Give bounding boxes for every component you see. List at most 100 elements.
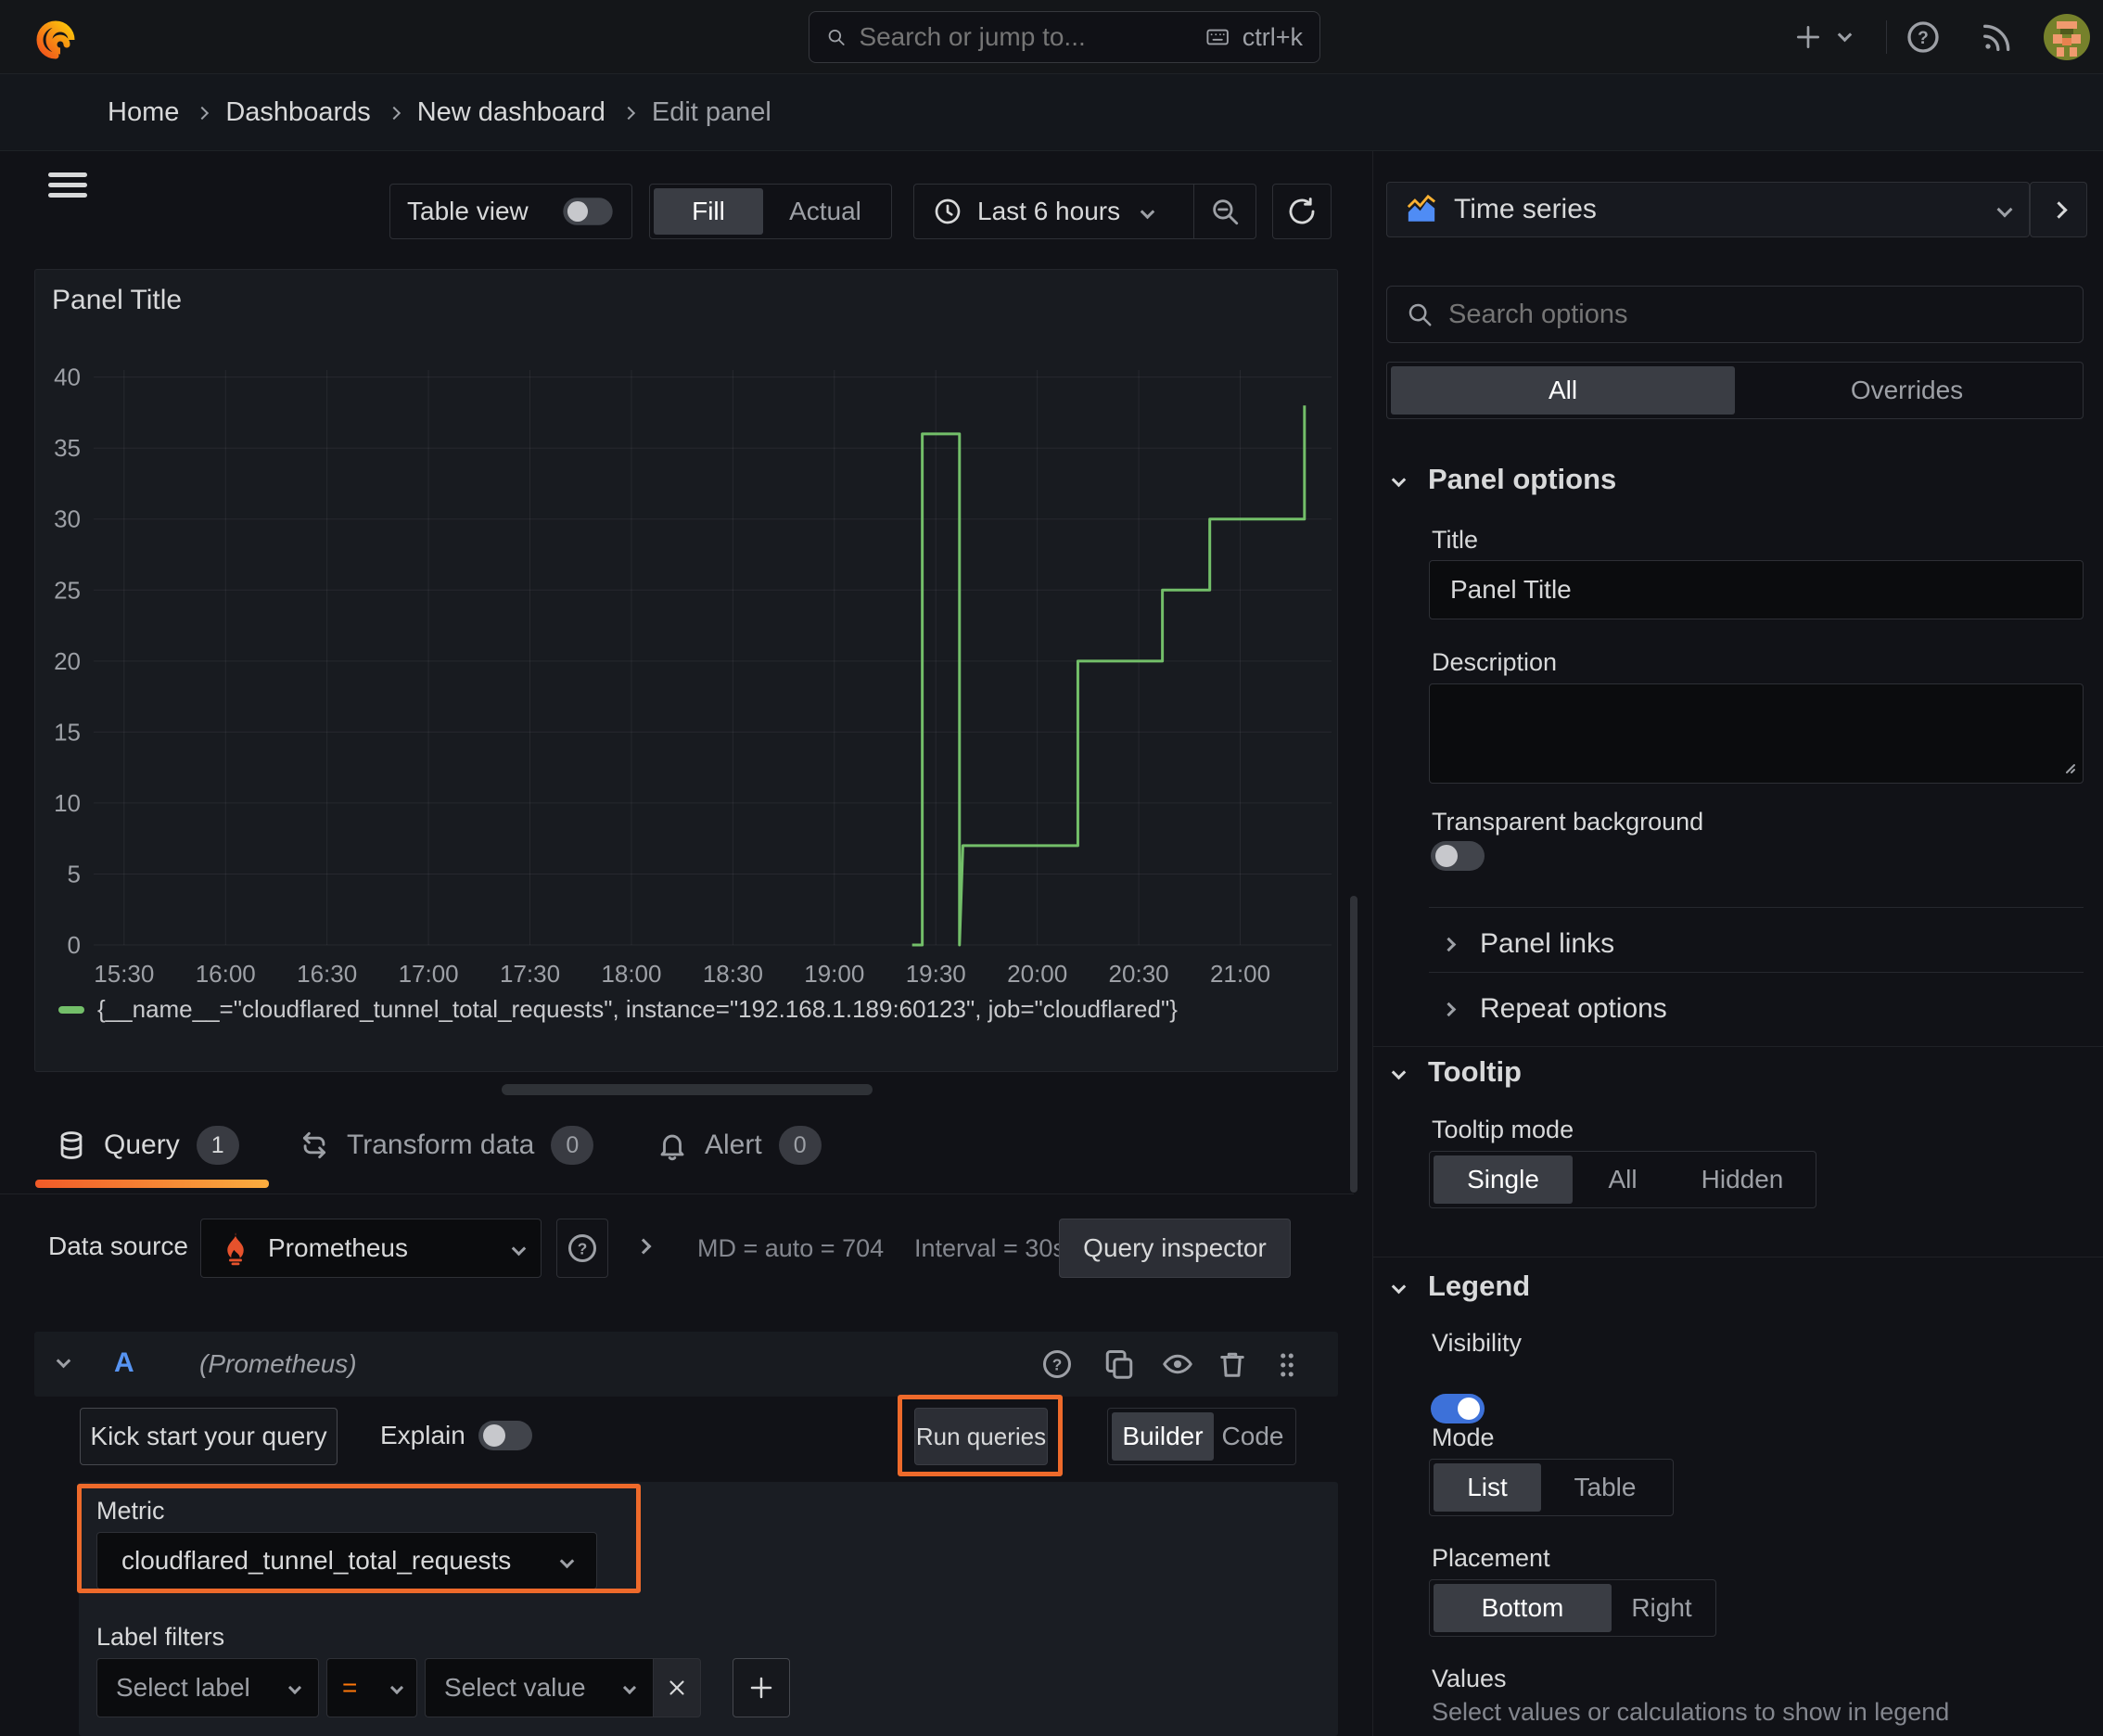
tooltip-mode-all[interactable]: All xyxy=(1573,1155,1673,1204)
tab-query[interactable]: Query 1 xyxy=(56,1126,239,1165)
label-filters-label: Label filters xyxy=(96,1623,225,1651)
select-label-dropdown[interactable]: Select label xyxy=(96,1658,319,1717)
chart-legend-label: {__name__="cloudflared_tunnel_total_requ… xyxy=(97,995,1178,1023)
datasource-help-button[interactable]: ? xyxy=(556,1219,608,1278)
breadcrumb-dashboards[interactable]: Dashboards xyxy=(225,97,370,128)
panel-title-input[interactable] xyxy=(1429,560,2084,619)
options-search-box[interactable] xyxy=(1386,286,2084,343)
duplicate-query-icon[interactable] xyxy=(1102,1347,1136,1381)
legend-mode-table[interactable]: Table xyxy=(1541,1463,1669,1512)
tab-alert[interactable]: Alert 0 xyxy=(656,1126,822,1165)
svg-text:40: 40 xyxy=(54,364,81,391)
svg-text:?: ? xyxy=(1918,29,1929,48)
panel-resize-handle[interactable] xyxy=(502,1084,873,1095)
breadcrumb-separator-icon xyxy=(387,106,401,120)
tab-transform-data[interactable]: Transform data 0 xyxy=(299,1126,594,1165)
tooltip-mode-single[interactable]: Single xyxy=(1434,1155,1573,1204)
tab-alert-badge: 0 xyxy=(778,1126,822,1165)
time-range-picker[interactable]: Last 6 hours xyxy=(914,185,1193,238)
close-icon xyxy=(669,1680,684,1695)
run-queries-button[interactable]: Run queries xyxy=(914,1408,1048,1465)
svg-text:15:30: 15:30 xyxy=(94,960,154,988)
tab-all[interactable]: All xyxy=(1391,366,1735,415)
tab-overrides[interactable]: Overrides xyxy=(1735,366,2079,415)
svg-text:19:30: 19:30 xyxy=(906,960,966,988)
table-view-toggle[interactable] xyxy=(563,198,613,225)
label-filter-row: Select label = Select value xyxy=(96,1658,790,1717)
delete-query-trash-icon[interactable] xyxy=(1216,1347,1249,1381)
actual-option[interactable]: Actual xyxy=(763,188,887,235)
viz-picker-chevron-icon xyxy=(1996,201,2013,218)
datasource-name: Prometheus xyxy=(268,1233,408,1262)
legend-visibility-toggle[interactable] xyxy=(1431,1394,1485,1423)
textarea-resize-icon[interactable] xyxy=(2056,754,2078,776)
remove-filter-button[interactable] xyxy=(653,1658,701,1717)
legend-chevron-icon xyxy=(1391,1279,1407,1294)
panel-description-textarea[interactable] xyxy=(1429,683,2084,784)
drag-handle-grip-icon[interactable] xyxy=(1271,1349,1303,1381)
repeat-options-section[interactable]: Repeat options xyxy=(1441,982,1667,1036)
select-label-placeholder: Select label xyxy=(116,1673,250,1702)
query-help-icon[interactable]: ? xyxy=(1040,1347,1074,1381)
tab-query-label: Query xyxy=(104,1130,180,1160)
options-search-input[interactable] xyxy=(1448,299,2064,330)
hide-query-eye-icon[interactable] xyxy=(1160,1347,1195,1381)
operator-dropdown[interactable]: = xyxy=(326,1658,417,1717)
global-search-input[interactable] xyxy=(859,22,1194,52)
svg-text:16:00: 16:00 xyxy=(196,960,256,988)
user-avatar[interactable] xyxy=(2044,14,2090,60)
sub-divider xyxy=(1429,972,2084,973)
refresh-button[interactable] xyxy=(1272,184,1332,239)
query-collapse-icon[interactable] xyxy=(56,1353,71,1369)
query-row-header[interactable]: A (Prometheus) ? xyxy=(34,1332,1338,1397)
legend-placement-right[interactable]: Right xyxy=(1612,1584,1712,1632)
zoom-out-button[interactable] xyxy=(1194,185,1255,238)
transparent-bg-toggle[interactable] xyxy=(1431,841,1485,871)
collapse-options-button[interactable] xyxy=(2030,182,2087,237)
add-new-chevron-icon[interactable] xyxy=(1837,27,1853,43)
menu-toggle-icon[interactable] xyxy=(48,172,87,198)
breadcrumb-home[interactable]: Home xyxy=(108,97,179,128)
svg-text:18:30: 18:30 xyxy=(703,960,763,988)
fill-option[interactable]: Fill xyxy=(654,188,763,235)
select-value-dropdown[interactable]: Select value xyxy=(425,1658,653,1717)
legend-mode-list[interactable]: List xyxy=(1434,1463,1541,1512)
legend-values-help: Select values or calculations to show in… xyxy=(1432,1698,1950,1726)
add-new-icon[interactable] xyxy=(1793,22,1823,52)
panel-links-section[interactable]: Panel links xyxy=(1441,917,1614,971)
svg-text:35: 35 xyxy=(54,434,81,462)
breadcrumb-new-dashboard[interactable]: New dashboard xyxy=(417,97,605,128)
svg-text:21:00: 21:00 xyxy=(1210,960,1270,988)
svg-text:16:30: 16:30 xyxy=(297,960,357,988)
explain-toggle[interactable] xyxy=(478,1421,532,1450)
breadcrumb-separator-icon xyxy=(621,106,635,120)
query-inspector-button[interactable]: Query inspector xyxy=(1059,1219,1291,1278)
grafana-logo-icon[interactable] xyxy=(33,13,80,61)
builder-option[interactable]: Builder xyxy=(1112,1412,1214,1461)
datasource-picker[interactable]: Prometheus xyxy=(200,1219,542,1278)
svg-text:?: ? xyxy=(578,1239,588,1257)
tooltip-title: Tooltip xyxy=(1428,1055,1522,1088)
datasource-chevron-icon xyxy=(511,1241,527,1256)
operator-chevron-icon xyxy=(389,1680,404,1695)
add-filter-button[interactable] xyxy=(733,1658,790,1717)
query-ref-id[interactable]: A xyxy=(114,1347,134,1379)
svg-text:17:00: 17:00 xyxy=(399,960,459,988)
legend-header[interactable]: Legend xyxy=(1391,1270,1530,1303)
time-range-control: Last 6 hours xyxy=(913,184,1256,239)
tooltip-header[interactable]: Tooltip xyxy=(1391,1055,1522,1089)
svg-text:0: 0 xyxy=(68,931,81,959)
news-rss-icon[interactable] xyxy=(1979,19,2016,56)
global-search-box[interactable]: ctrl+k xyxy=(809,11,1320,63)
code-option[interactable]: Code xyxy=(1214,1412,1292,1461)
sub-divider xyxy=(1429,907,2084,908)
legend-placement-bottom[interactable]: Bottom xyxy=(1434,1584,1612,1632)
visualization-picker[interactable]: Time series xyxy=(1386,182,2030,237)
kick-start-query-button[interactable]: Kick start your query xyxy=(80,1408,338,1465)
tooltip-mode-hidden[interactable]: Hidden xyxy=(1673,1155,1812,1204)
query-options-expand-icon[interactable] xyxy=(635,1238,652,1255)
panel-options-header[interactable]: Panel options xyxy=(1391,463,1616,496)
title-field-label: Title xyxy=(1432,526,1479,554)
help-icon[interactable]: ? xyxy=(1905,19,1942,56)
chart-legend-item[interactable]: {__name__="cloudflared_tunnel_total_requ… xyxy=(58,995,1178,1024)
